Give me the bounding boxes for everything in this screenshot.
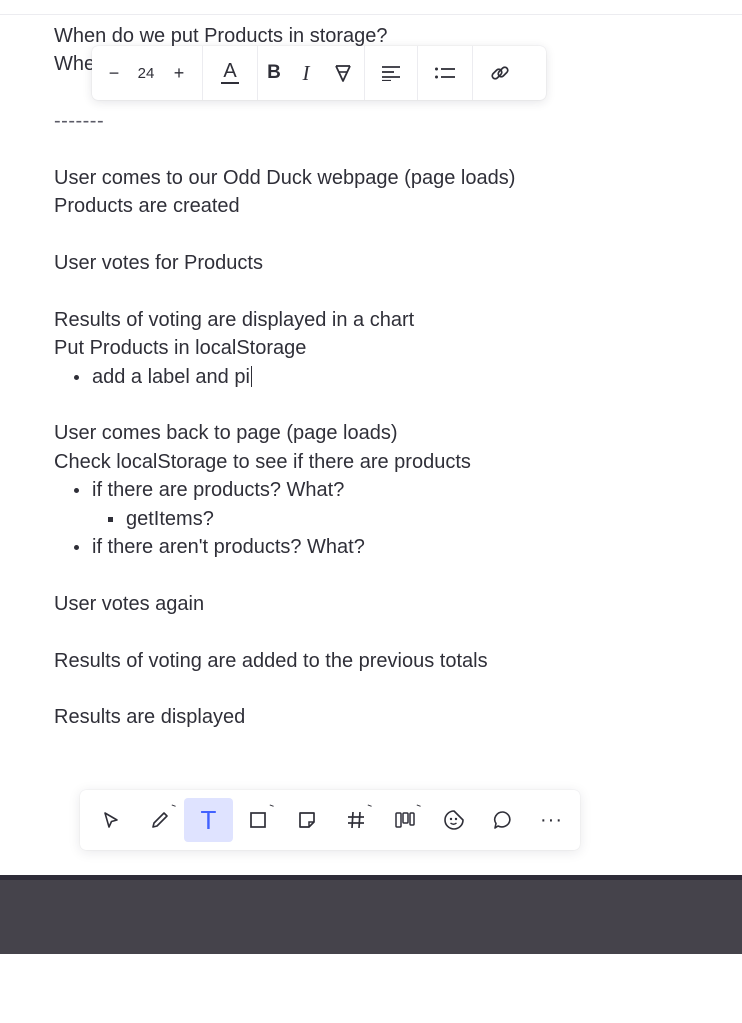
list-item: getItems? <box>54 505 694 533</box>
line-text: add a label and pi <box>92 365 250 388</box>
comment-tool[interactable] <box>478 798 527 842</box>
line-text: if there are products? What? <box>92 479 345 502</box>
bottom-bar-edge <box>0 875 742 880</box>
line-text: Results of voting are displayed in a cha… <box>54 308 415 331</box>
highlighter-icon <box>335 65 351 82</box>
text-line: Products are created <box>54 192 694 220</box>
list-icon <box>435 67 455 79</box>
text-line: Results are displayed <box>54 703 694 731</box>
select-tool[interactable] <box>86 798 135 842</box>
text-line: Check localStorage to see if there are p… <box>54 448 694 476</box>
cursor-icon <box>103 812 118 828</box>
line-text: Put Products in localStorage <box>54 337 307 360</box>
text-format-toolbar: − 24 + A B I <box>92 46 546 100</box>
line-text: User votes again <box>54 592 205 615</box>
text-line: User comes to our Odd Duck webpage (page… <box>54 164 694 192</box>
line-text: When do we put Products in storage? <box>54 25 388 47</box>
link-icon <box>491 66 509 80</box>
pen-tool[interactable] <box>135 798 184 842</box>
line-text: Check localStorage to see if there are p… <box>54 450 471 473</box>
frame-tool[interactable] <box>331 798 380 842</box>
bullet-list-button[interactable] <box>418 46 472 100</box>
text-caret <box>250 365 253 387</box>
shape-tool[interactable] <box>233 798 282 842</box>
submenu-indicator <box>366 804 372 811</box>
submenu-indicator <box>415 804 421 811</box>
line-text: getItems? <box>126 507 214 530</box>
line-text: if there aren't products? What? <box>92 536 365 559</box>
sticker-icon <box>443 810 464 830</box>
font-size-decrease-button[interactable]: − <box>92 46 136 100</box>
list-item: if there are products? What? <box>54 476 694 504</box>
text-note[interactable]: When do we put Products in storage? Whe --… <box>54 22 694 732</box>
text-tool[interactable]: T <box>184 798 233 842</box>
font-size-increase-button[interactable]: + <box>156 46 202 100</box>
line-text: User comes to our Odd Duck webpage (page… <box>54 166 516 189</box>
italic-button[interactable]: I <box>290 46 322 100</box>
sticker-tool[interactable] <box>429 798 478 842</box>
kanban-icon <box>394 812 415 828</box>
text-color-icon: A <box>221 60 239 84</box>
line-text: ------- <box>54 110 105 133</box>
templates-tool[interactable] <box>380 798 429 842</box>
tool-dock: T ··· <box>80 790 580 850</box>
align-left-icon <box>382 66 400 81</box>
square-icon <box>249 812 266 828</box>
text-line: User votes for Products <box>54 249 694 277</box>
submenu-indicator <box>170 804 176 811</box>
text-color-button[interactable]: A <box>203 46 257 100</box>
comment-icon <box>493 811 511 829</box>
line-text: Products are created <box>54 195 240 218</box>
list-item: add a label and pi <box>54 363 694 391</box>
line-text: Whe <box>54 53 96 76</box>
font-size-value[interactable]: 24 <box>136 46 156 100</box>
list-item: if there aren't products? What? <box>54 533 694 561</box>
text-align-button[interactable] <box>365 46 417 100</box>
top-divider <box>0 14 742 15</box>
text-line: Put Products in localStorage <box>54 334 694 362</box>
line-text: User votes for Products <box>54 252 263 275</box>
whiteboard-canvas[interactable]: When do we put Products in storage? Whe --… <box>0 0 742 1023</box>
sticky-note-icon <box>298 812 315 828</box>
hash-icon <box>347 811 364 829</box>
text-line: Results of voting are added to the previ… <box>54 647 694 675</box>
text-line: User votes again <box>54 590 694 618</box>
link-button[interactable] <box>473 46 527 100</box>
text-line: User comes back to page (page loads) <box>54 419 694 447</box>
text-icon: T <box>200 804 217 835</box>
line-text: User comes back to page (page loads) <box>54 422 398 445</box>
more-tool[interactable]: ··· <box>527 798 576 842</box>
line-text: Results of voting are added to the previ… <box>54 649 488 672</box>
text-line: Results of voting are displayed in a cha… <box>54 306 694 334</box>
more-icon: ··· <box>540 809 563 831</box>
separator-text: ------- <box>54 107 694 135</box>
pen-icon <box>151 812 168 828</box>
board-area[interactable]: When do we put Products in storage? Whe --… <box>0 0 742 875</box>
bottom-bar <box>0 875 742 954</box>
line-text: Results are displayed <box>54 706 246 729</box>
highlight-button[interactable] <box>322 46 364 100</box>
sticky-note-tool[interactable] <box>282 798 331 842</box>
submenu-indicator <box>268 804 274 811</box>
bold-button[interactable]: B <box>258 46 290 100</box>
